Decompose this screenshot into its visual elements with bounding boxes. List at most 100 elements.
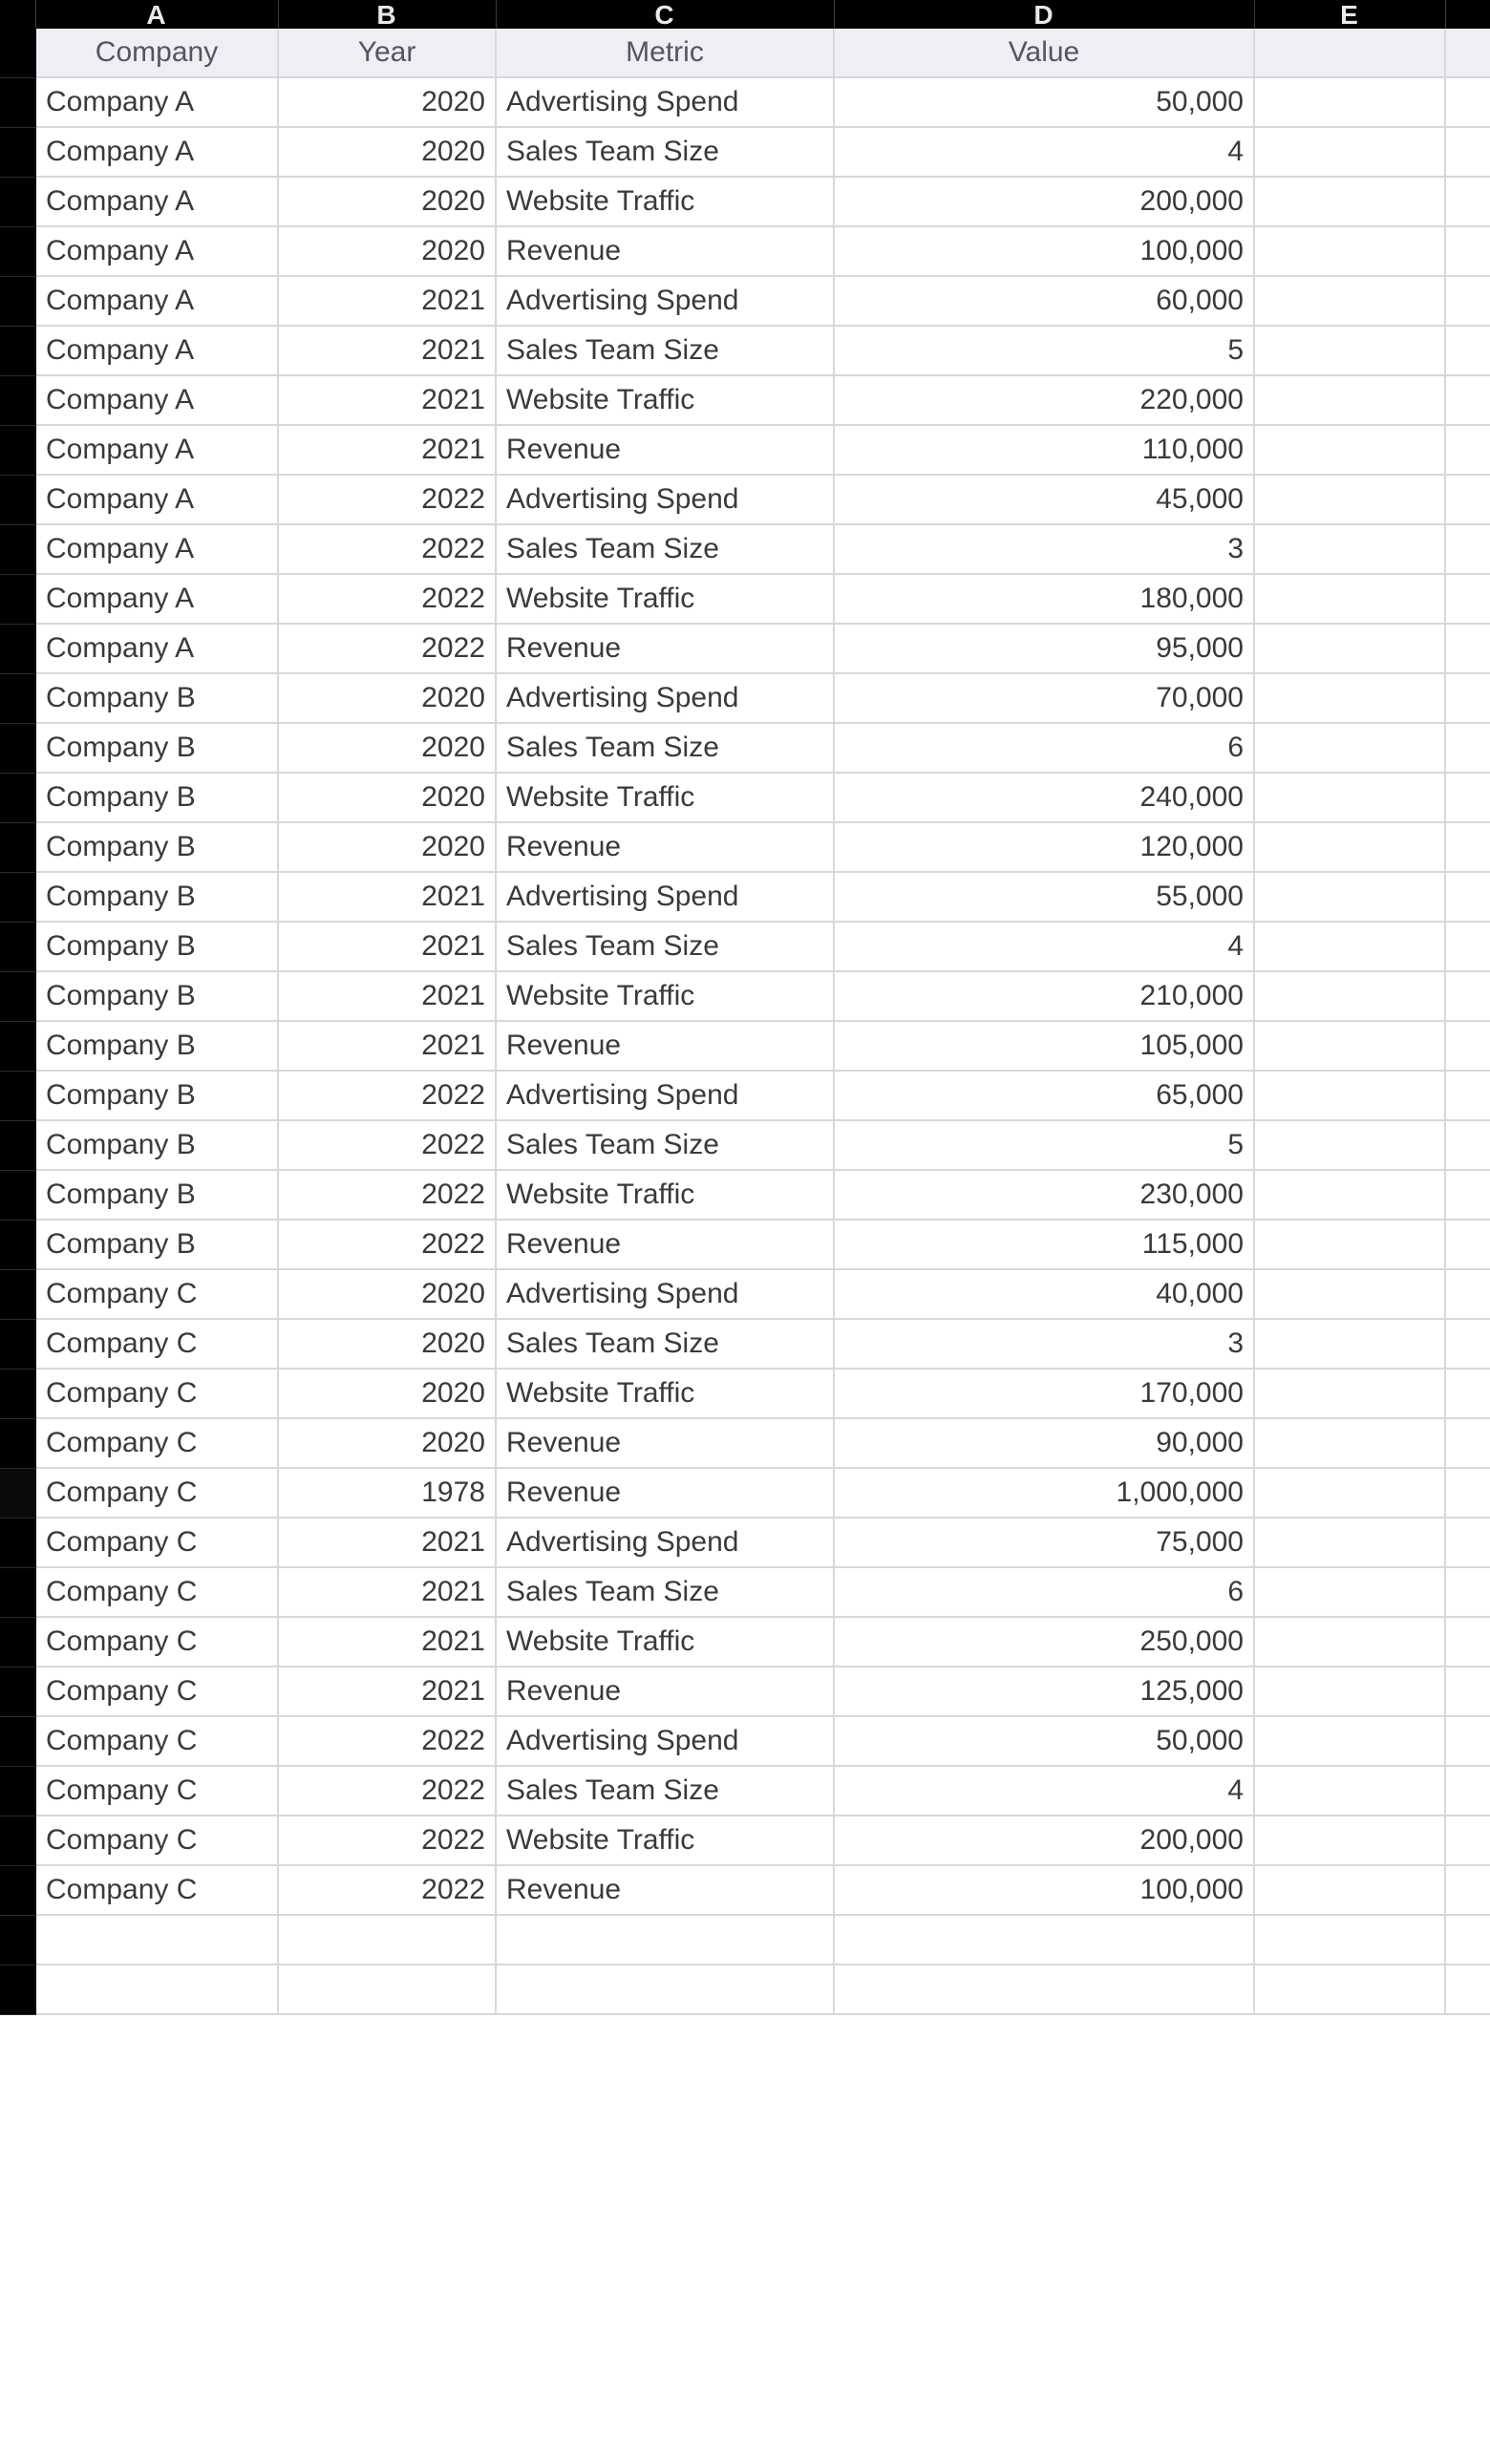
cell-company[interactable]: Company B <box>36 674 279 724</box>
cell-year[interactable]: 2022 <box>279 1767 497 1816</box>
cell-empty[interactable] <box>1255 178 1446 227</box>
cell-year[interactable]: 1978 <box>279 1469 497 1519</box>
row-header[interactable] <box>0 724 36 774</box>
header-cell-value[interactable]: Value <box>835 29 1255 78</box>
cell-empty[interactable] <box>835 1916 1255 1965</box>
row-header[interactable] <box>0 674 36 724</box>
cell-company[interactable]: Company B <box>36 724 279 774</box>
cell-year[interactable]: 2022 <box>279 1072 497 1121</box>
cell-empty[interactable] <box>497 1916 835 1965</box>
cell-year[interactable]: 2020 <box>279 674 497 724</box>
cell-year[interactable]: 2022 <box>279 1717 497 1767</box>
cell-empty[interactable] <box>1446 178 1490 227</box>
row-header[interactable] <box>0 1022 36 1072</box>
cell-metric[interactable]: Advertising Spend <box>497 873 835 923</box>
cell-metric[interactable]: Advertising Spend <box>497 78 835 128</box>
cell-empty[interactable] <box>1446 1320 1490 1370</box>
cell-metric[interactable]: Website Traffic <box>497 1816 835 1866</box>
cell-value[interactable]: 4 <box>835 128 1255 178</box>
cell-company[interactable]: Company C <box>36 1816 279 1866</box>
spreadsheet[interactable]: A B C D E Company Year Metric Value Comp… <box>0 0 1490 2464</box>
cell-company[interactable]: Company C <box>36 1469 279 1519</box>
cell-empty[interactable] <box>1446 1519 1490 1568</box>
cell-year[interactable]: 2020 <box>279 724 497 774</box>
cell-company[interactable]: Company A <box>36 625 279 674</box>
cell-company[interactable]: Company B <box>36 1171 279 1221</box>
cell-value[interactable]: 50,000 <box>835 1717 1255 1767</box>
cell-empty[interactable] <box>1446 1370 1490 1419</box>
cell-empty[interactable] <box>1255 476 1446 525</box>
cell-empty[interactable] <box>1255 1667 1446 1717</box>
row-header[interactable] <box>0 1121 36 1171</box>
cell-value[interactable]: 6 <box>835 1568 1255 1618</box>
row-header[interactable] <box>0 1568 36 1618</box>
cell-value[interactable]: 200,000 <box>835 1816 1255 1866</box>
cell-empty[interactable] <box>1255 1767 1446 1816</box>
column-header-A[interactable]: A <box>36 0 279 29</box>
row-header[interactable] <box>0 376 36 426</box>
cell-empty[interactable] <box>1446 923 1490 972</box>
cell-company[interactable]: Company B <box>36 1221 279 1270</box>
cell-empty[interactable] <box>1446 625 1490 674</box>
cell-year[interactable]: 2020 <box>279 128 497 178</box>
cell-empty[interactable] <box>835 1965 1255 2015</box>
cell-empty[interactable] <box>1446 476 1490 525</box>
cell-metric[interactable]: Website Traffic <box>497 1618 835 1667</box>
cell-metric[interactable]: Revenue <box>497 625 835 674</box>
cell-year[interactable]: 2022 <box>279 476 497 525</box>
cell-empty[interactable] <box>279 1965 497 2015</box>
cell-value[interactable]: 3 <box>835 1320 1255 1370</box>
cell-company[interactable]: Company C <box>36 1370 279 1419</box>
cell-company[interactable]: Company C <box>36 1767 279 1816</box>
cell-empty[interactable] <box>1255 376 1446 426</box>
cell-empty[interactable] <box>1255 1121 1446 1171</box>
cell-value[interactable]: 3 <box>835 525 1255 575</box>
cell-empty[interactable] <box>1446 873 1490 923</box>
cell-value[interactable]: 5 <box>835 327 1255 376</box>
cell-company[interactable]: Company C <box>36 1320 279 1370</box>
cell-empty[interactable] <box>1255 525 1446 575</box>
cell-company[interactable]: Company B <box>36 1121 279 1171</box>
cell-metric[interactable]: Website Traffic <box>497 774 835 823</box>
cell-metric[interactable]: Sales Team Size <box>497 128 835 178</box>
column-header-D[interactable]: D <box>835 0 1255 29</box>
cell-empty[interactable] <box>1446 1022 1490 1072</box>
cell-empty[interactable] <box>1446 774 1490 823</box>
cell-company[interactable]: Company A <box>36 128 279 178</box>
cell-value[interactable]: 250,000 <box>835 1618 1255 1667</box>
cell-empty[interactable] <box>1446 575 1490 625</box>
cell-metric[interactable]: Website Traffic <box>497 1171 835 1221</box>
cell-metric[interactable]: Sales Team Size <box>497 1568 835 1618</box>
column-header-C[interactable]: C <box>497 0 835 29</box>
cell-metric[interactable]: Sales Team Size <box>497 1320 835 1370</box>
cell-empty[interactable] <box>1446 1419 1490 1469</box>
cell-empty[interactable] <box>1446 426 1490 476</box>
row-header[interactable] <box>0 823 36 873</box>
cell-empty[interactable] <box>1446 1270 1490 1320</box>
cell-metric[interactable]: Revenue <box>497 1022 835 1072</box>
cell-metric[interactable]: Website Traffic <box>497 178 835 227</box>
cell-metric[interactable]: Advertising Spend <box>497 1519 835 1568</box>
cell-company[interactable]: Company A <box>36 575 279 625</box>
cell-company[interactable]: Company B <box>36 923 279 972</box>
cell-value[interactable]: 6 <box>835 724 1255 774</box>
cell-empty[interactable] <box>1446 327 1490 376</box>
row-header[interactable] <box>0 575 36 625</box>
cell-metric[interactable]: Revenue <box>497 1469 835 1519</box>
cell-metric[interactable]: Revenue <box>497 823 835 873</box>
cell-year[interactable]: 2022 <box>279 1816 497 1866</box>
cell-company[interactable]: Company C <box>36 1667 279 1717</box>
cell-metric[interactable]: Revenue <box>497 1667 835 1717</box>
cell-company[interactable]: Company C <box>36 1866 279 1916</box>
cell-metric[interactable]: Advertising Spend <box>497 1072 835 1121</box>
cell-empty[interactable] <box>1255 1270 1446 1320</box>
cell-company[interactable]: Company A <box>36 327 279 376</box>
cell-company[interactable]: Company B <box>36 972 279 1022</box>
cell-year[interactable]: 2020 <box>279 823 497 873</box>
cell-company[interactable]: Company A <box>36 426 279 476</box>
cell-year[interactable]: 2021 <box>279 1022 497 1072</box>
header-cell-metric[interactable]: Metric <box>497 29 835 78</box>
cell-year[interactable]: 2021 <box>279 1568 497 1618</box>
row-header[interactable] <box>0 1965 36 2015</box>
cell-value[interactable]: 200,000 <box>835 178 1255 227</box>
